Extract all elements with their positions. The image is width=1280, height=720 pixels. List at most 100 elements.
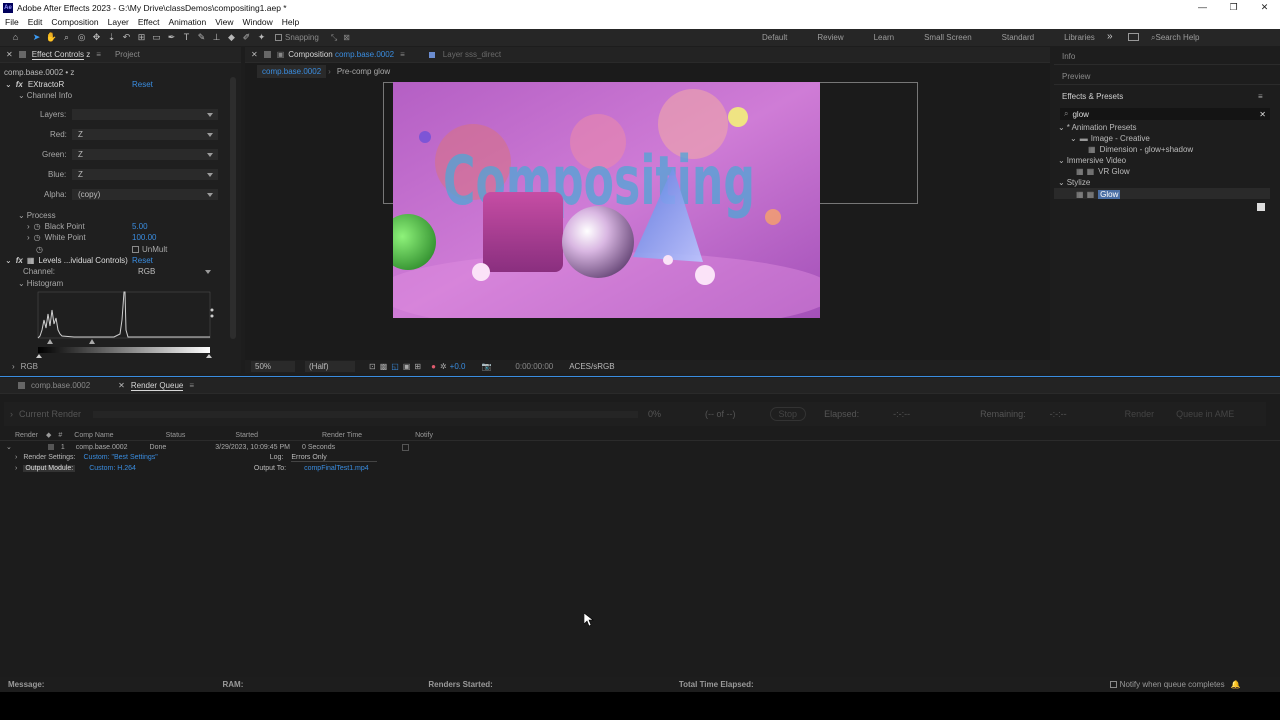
green-dropdown[interactable]: Z (72, 149, 218, 160)
workspace-standard[interactable]: Standard (1002, 33, 1034, 42)
close-panel-icon[interactable]: ✕ (118, 381, 125, 390)
tree-glow[interactable]: ▦ ▦ Glow (1076, 190, 1121, 199)
disclosure-closed-icon[interactable]: › (27, 222, 30, 231)
effects-search-field[interactable]: ⌕ glow ✕ (1060, 108, 1270, 120)
hand-tool-icon[interactable]: ✋ (44, 30, 59, 45)
panel-menu-icon[interactable]: ≡ (96, 50, 101, 59)
tab-composition[interactable]: ▣ Composition comp.base.0002 (277, 50, 394, 59)
tab-layer[interactable]: Layer sss_direct (443, 50, 501, 59)
breadcrumb-precomp[interactable]: Pre-comp glow (337, 67, 390, 76)
header-render[interactable]: Render (15, 432, 38, 439)
header-comp-name[interactable]: Comp Name (74, 432, 113, 439)
render-button[interactable]: Render (1125, 409, 1155, 419)
white-point-value[interactable]: 100.00 (132, 233, 156, 242)
fx-extractor-reset[interactable]: Reset (132, 80, 153, 89)
notify-checkbox[interactable] (402, 443, 410, 451)
panel-menu-icon[interactable]: ≡ (1258, 92, 1263, 101)
tab-effect-controls[interactable]: Effect Controls z (31, 50, 90, 60)
disclosure-open-icon[interactable]: ⌄ (18, 91, 25, 100)
mask-visibility-icon[interactable]: ◱ (391, 362, 399, 371)
layers-dropdown[interactable] (72, 109, 218, 120)
effects-presets-header[interactable]: Effects & Presets (1062, 92, 1123, 101)
histogram-graph[interactable] (34, 290, 218, 360)
zoom-dropdown[interactable]: 50% (251, 361, 295, 372)
disclosure-open-icon[interactable]: ⌄ (1058, 178, 1065, 187)
effect-controls-scrollbar[interactable] (230, 77, 236, 339)
menu-edit[interactable]: Edit (28, 17, 43, 27)
header-started[interactable]: Started (235, 432, 258, 439)
output-module-value[interactable]: Custom: H.264 (89, 465, 136, 472)
region-of-interest-icon[interactable]: ⊡ (369, 362, 376, 371)
workspace-learn[interactable]: Learn (874, 33, 894, 42)
zoom-tool-icon[interactable]: ⌕ (59, 30, 74, 45)
tab-project[interactable]: Project (115, 50, 140, 59)
output-to-value[interactable]: compFinalTest1.mp4 (304, 465, 369, 472)
exposure-value[interactable]: +0.0 (450, 362, 466, 371)
type-tool-icon[interactable]: T (179, 30, 194, 45)
workspace-panel-icon[interactable] (1128, 33, 1139, 41)
log-dropdown[interactable]: Errors Only (291, 454, 378, 462)
rectangle-tool-icon[interactable]: ▭ (149, 30, 164, 45)
notify-queue-checkbox[interactable] (1109, 681, 1117, 688)
grid-icon[interactable]: ⊞ (414, 362, 421, 371)
stopwatch-icon[interactable]: ◷ (36, 245, 43, 254)
disclosure-open-icon[interactable]: ⌄ (1058, 156, 1065, 165)
panel-menu-icon[interactable]: ≡ (189, 381, 194, 390)
menu-view[interactable]: View (215, 17, 233, 27)
workspace-default[interactable]: Default (762, 33, 787, 42)
label-tag-icon[interactable]: ◆ (46, 431, 51, 439)
disclosure-closed-icon[interactable]: › (10, 409, 13, 419)
menu-window[interactable]: Window (243, 17, 273, 27)
puppet-tool-icon[interactable]: ✦ (254, 30, 269, 45)
exposure-icon[interactable]: ✲ (440, 362, 447, 371)
fx-icon[interactable]: fx (16, 80, 23, 89)
brush-tool-icon[interactable]: ✎ (194, 30, 209, 45)
composition-viewer[interactable]: Compositing (393, 82, 820, 318)
tree-stylize[interactable]: ⌄ Stylize (1058, 178, 1090, 187)
menu-animation[interactable]: Animation (168, 17, 206, 27)
disclosure-open-icon[interactable]: ⌄ (1070, 134, 1077, 143)
info-panel-header[interactable]: Info (1062, 52, 1075, 61)
header-num[interactable]: # (58, 432, 62, 439)
header-notify[interactable]: Notify (415, 432, 433, 439)
panel-menu-icon[interactable]: ≡ (400, 50, 405, 59)
fx-levels-reset[interactable]: Reset (132, 256, 153, 265)
fx-icon[interactable]: fx (16, 256, 23, 265)
menu-composition[interactable]: Composition (51, 17, 98, 27)
roto-brush-icon[interactable]: ✐ (239, 30, 254, 45)
rgb-group[interactable]: › RGB (12, 362, 38, 371)
blue-dropdown[interactable]: Z (72, 169, 218, 180)
breadcrumb-current[interactable]: comp.base.0002 (257, 65, 327, 78)
close-panel-icon[interactable]: ✕ (6, 50, 13, 59)
tree-animation-presets[interactable]: ⌄ * Animation Presets (1058, 123, 1137, 132)
transparency-grid-icon[interactable]: ▩ (380, 362, 388, 371)
workspace-review[interactable]: Review (817, 33, 843, 42)
timecode[interactable]: 0:00:00:00 (515, 362, 553, 371)
pen-tool-icon[interactable]: ✒ (164, 30, 179, 45)
disclosure-open-icon[interactable]: ⌄ (18, 279, 25, 288)
disclosure-open-icon[interactable]: ⌄ (6, 443, 12, 451)
menu-effect[interactable]: Effect (138, 17, 160, 27)
home-icon[interactable]: ⌂ (8, 30, 23, 45)
workspace-small-screen[interactable]: Small Screen (924, 33, 972, 42)
render-settings-value[interactable]: Custom: "Best Settings" (84, 454, 158, 461)
menu-help[interactable]: Help (282, 17, 299, 27)
fx-levels-row[interactable]: ⌄ fx ▦ Levels ...ividual Controls) (5, 256, 128, 265)
clear-search-icon[interactable]: ✕ (1259, 110, 1266, 119)
process-group[interactable]: ⌄ Process (18, 211, 56, 220)
restore-button[interactable]: ❐ (1218, 0, 1249, 15)
channel-info-group[interactable]: ⌄ Channel Info (18, 91, 72, 100)
guides-icon[interactable]: ▣ (403, 362, 411, 371)
red-dropdown[interactable]: Z (72, 129, 218, 140)
rotation-tool-icon[interactable]: ↶ (119, 30, 134, 45)
workspace-libraries[interactable]: Libraries (1064, 33, 1095, 42)
stop-button[interactable]: Stop (769, 407, 807, 421)
panel-lock-icon[interactable] (263, 51, 271, 58)
close-panel-icon[interactable]: ✕ (251, 50, 258, 59)
tree-image-creative[interactable]: ⌄ ▬ Image - Creative (1070, 134, 1150, 143)
search-help[interactable]: ⌕ Search Help (1151, 29, 1200, 46)
close-button[interactable]: ✕ (1249, 0, 1280, 15)
clone-stamp-icon[interactable]: ⊥ (209, 30, 224, 45)
queue-in-ame-button[interactable]: Queue in AME (1176, 409, 1234, 419)
snapping-toggle[interactable]: Snapping ⤡ ⊠ (275, 33, 350, 43)
